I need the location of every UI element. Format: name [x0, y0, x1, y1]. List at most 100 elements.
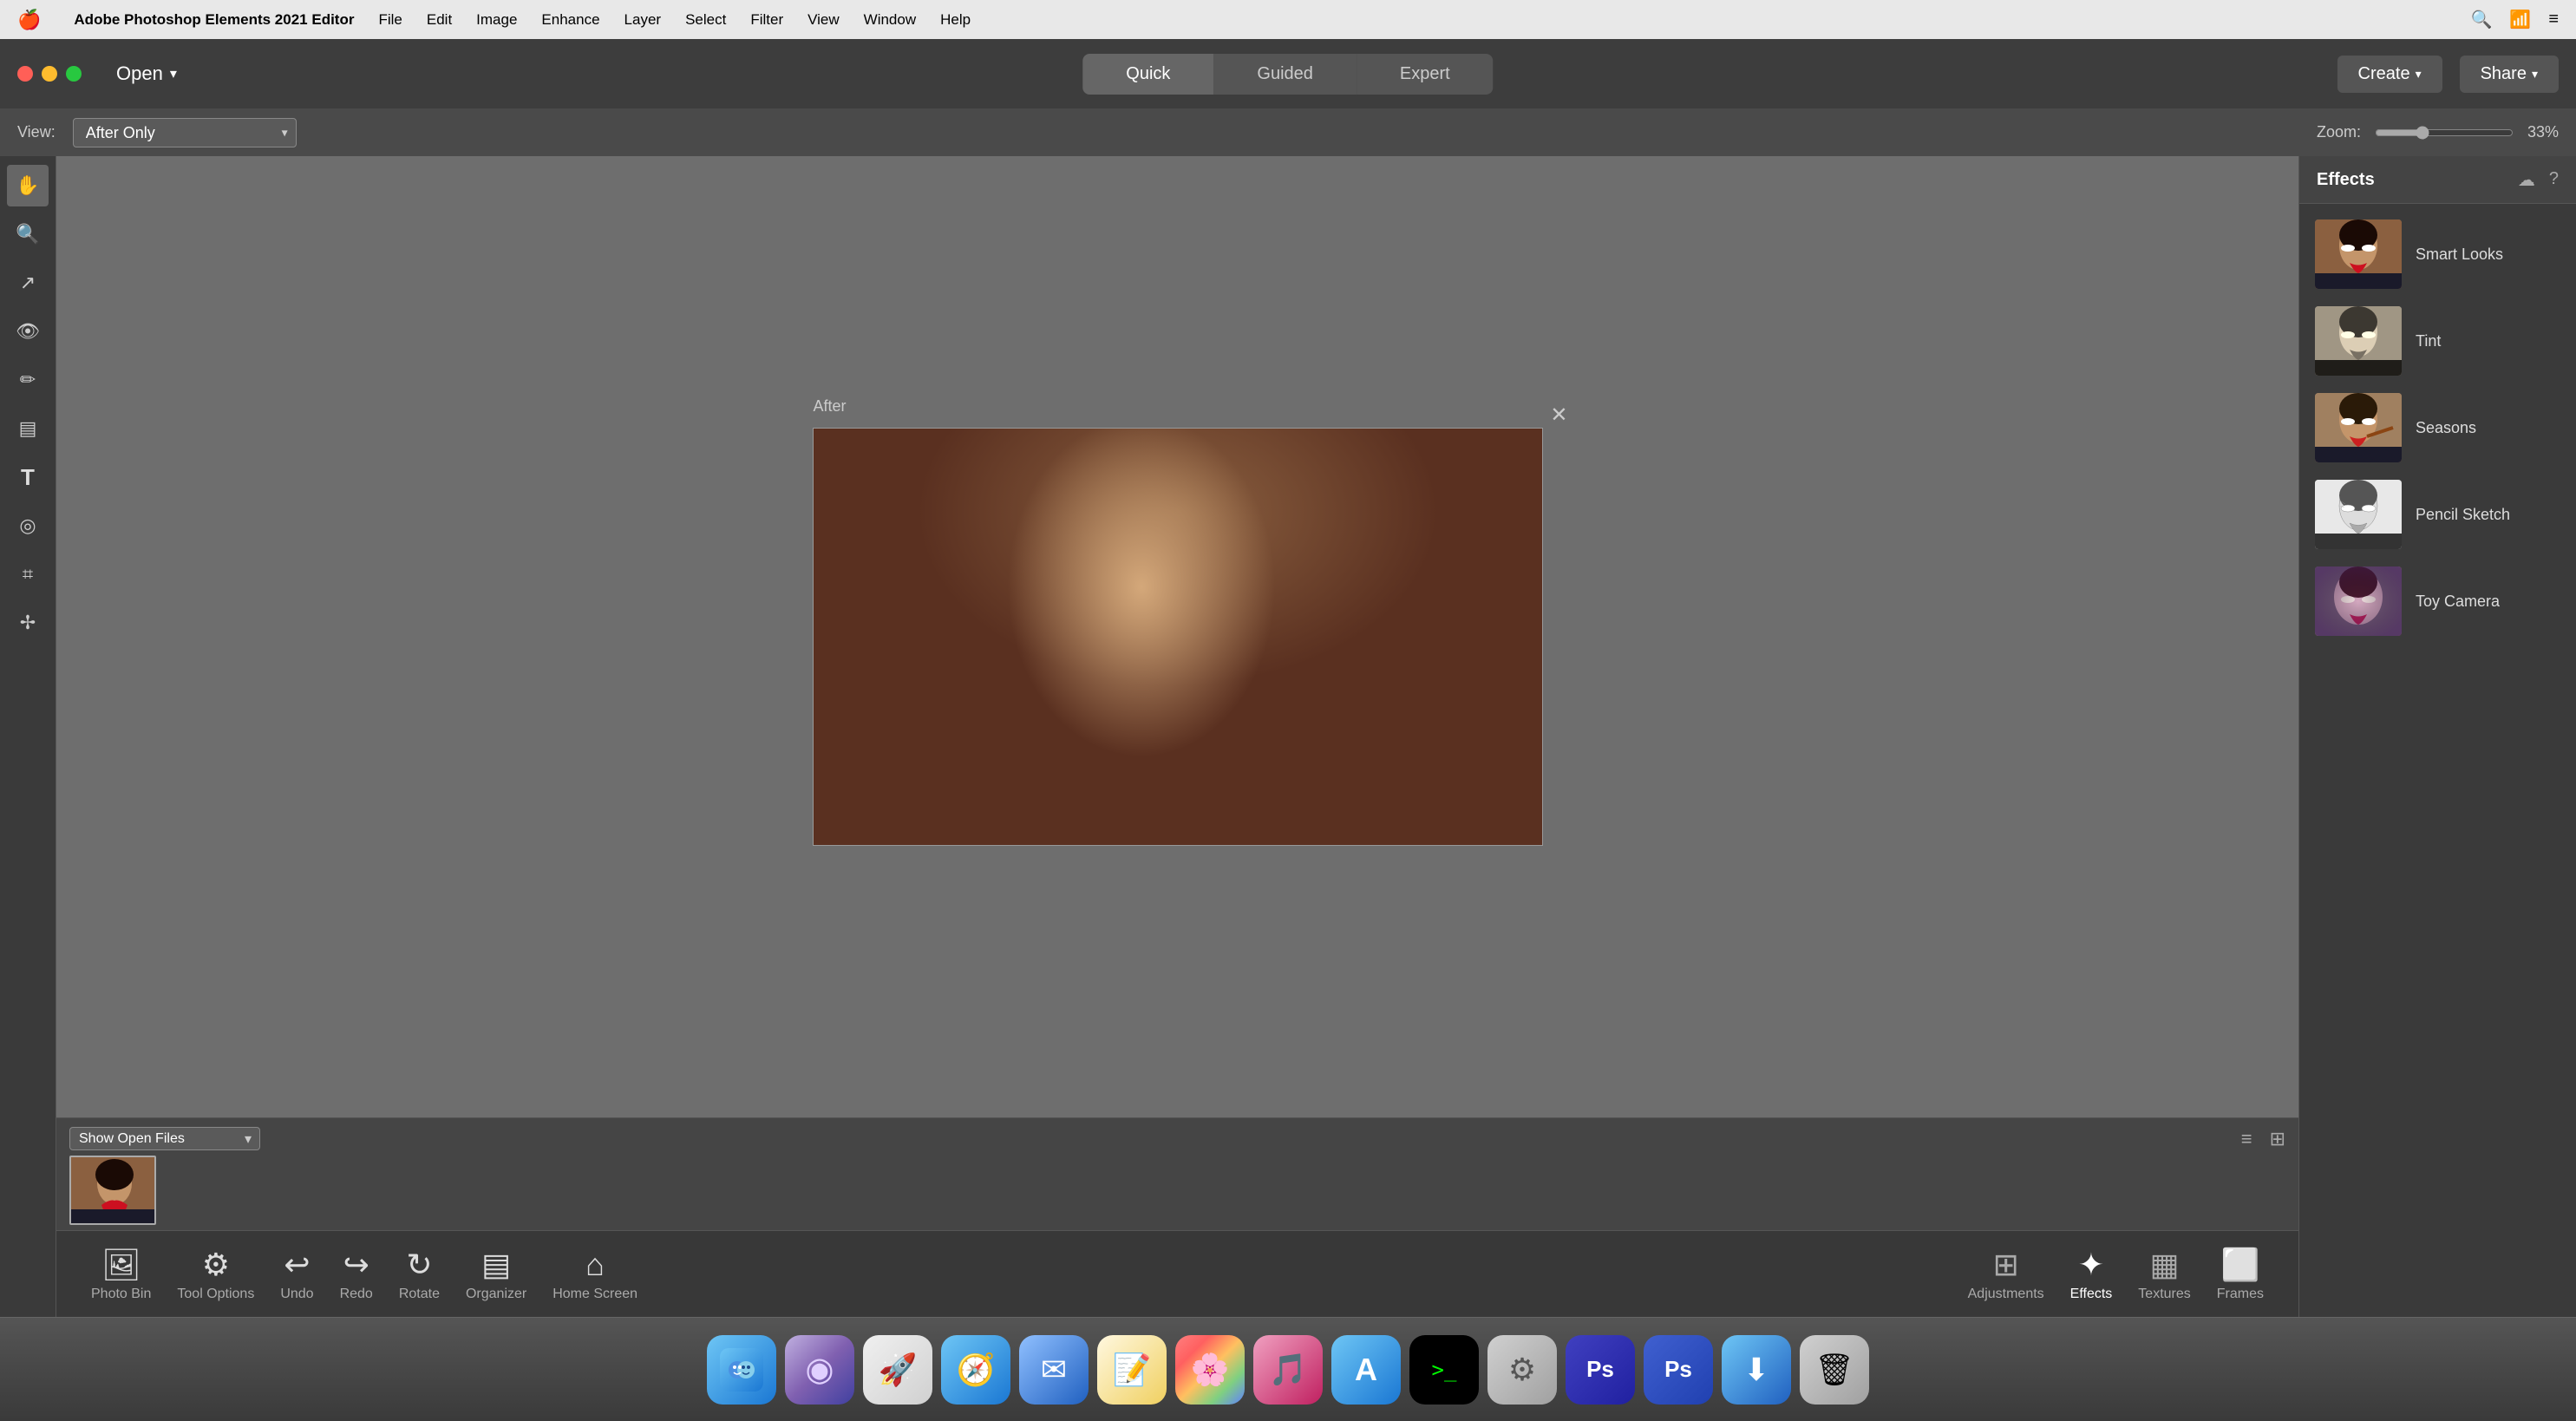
mail-icon: ✉ [1041, 1352, 1067, 1388]
photos-icon: 🌸 [1191, 1352, 1230, 1388]
trash-icon: 🗑 [1814, 1352, 1854, 1388]
menu-file[interactable]: File [378, 11, 402, 29]
dock-photos[interactable]: 🌸 [1175, 1335, 1245, 1405]
effect-seasons[interactable]: Seasons [2308, 386, 2567, 469]
home-screen-tool[interactable]: ⌂ Home Screen [552, 1247, 637, 1302]
redo-label: Redo [340, 1287, 373, 1302]
adjustments-icon: ⊞ [1993, 1247, 2019, 1283]
effect-name-seasons: Seasons [2416, 419, 2476, 437]
rotate-label: Rotate [399, 1287, 440, 1302]
frames-tab-bottom[interactable]: ⬜ Frames [2217, 1247, 2264, 1302]
main-canvas-image [814, 429, 1542, 845]
dock-finder[interactable] [707, 1335, 776, 1405]
effect-thumb-tint [2315, 306, 2402, 376]
menu-window[interactable]: Window [864, 11, 916, 29]
textures-tab-bottom[interactable]: ▦ Textures [2138, 1247, 2190, 1302]
effect-smart-looks[interactable]: Smart Looks [2308, 213, 2567, 296]
whiten-tool[interactable]: ✏ [7, 359, 49, 401]
tab-expert[interactable]: Expert [1357, 54, 1494, 95]
help-icon[interactable]: ? [2549, 169, 2559, 191]
adjustments-tab-bottom[interactable]: ⊞ Adjustments [1968, 1247, 2044, 1302]
effects-tab-bottom[interactable]: ✦ Effects [2070, 1247, 2113, 1302]
rotate-tool[interactable]: ↻ Rotate [399, 1247, 440, 1302]
terminal-icon: >_ [1432, 1358, 1457, 1382]
menu-image[interactable]: Image [476, 11, 517, 29]
close-button[interactable] [17, 66, 33, 82]
clone-tool[interactable]: ◎ [7, 505, 49, 547]
dock-downloads[interactable]: ⬇ [1722, 1335, 1791, 1405]
close-image-button[interactable]: ✕ [1550, 403, 1567, 428]
dock-launchpad[interactable]: 🚀 [863, 1335, 932, 1405]
menu-select[interactable]: Select [685, 11, 726, 29]
panel-icons: ☁ ? [2518, 169, 2559, 191]
tab-quick[interactable]: Quick [1082, 54, 1213, 95]
dock-pse-1[interactable]: Ps [1566, 1335, 1635, 1405]
photo-bin-grid-icon[interactable]: ⊞ [2270, 1128, 2285, 1150]
tab-guided[interactable]: Guided [1213, 54, 1357, 95]
app-window: 🍎 Adobe Photoshop Elements 2021 Editor F… [0, 0, 2576, 1421]
dock-terminal[interactable]: >_ [1409, 1335, 1479, 1405]
open-button[interactable]: Open [116, 62, 177, 85]
create-button[interactable]: Create [2337, 56, 2442, 93]
settings-icon: ⚙ [1508, 1352, 1536, 1388]
move-tool[interactable]: ✢ [7, 602, 49, 644]
apple-menu[interactable]: 🍎 [17, 9, 41, 31]
dock-pse-2[interactable]: Ps [1644, 1335, 1713, 1405]
minimize-button[interactable] [42, 66, 57, 82]
crop-tool[interactable]: ⌗ [7, 553, 49, 595]
pse2-icon: Ps [1664, 1356, 1692, 1383]
photo-bin-dropdown[interactable]: Show Open Files Show All Files Show Rece… [69, 1127, 260, 1150]
redeye-tool[interactable]: 👁 [7, 311, 49, 352]
dock-mail[interactable]: ✉ [1019, 1335, 1089, 1405]
menu-view[interactable]: View [807, 11, 840, 29]
menu-layer[interactable]: Layer [624, 11, 662, 29]
dock-trash[interactable]: 🗑 [1800, 1335, 1869, 1405]
photo-bin-items [69, 1156, 2285, 1225]
cloud-sync-icon[interactable]: ☁ [2518, 169, 2535, 191]
share-button[interactable]: Share [2460, 56, 2559, 93]
zoom-slider[interactable] [2375, 126, 2514, 140]
smart-brush-tool[interactable]: ▤ [7, 408, 49, 449]
effect-pencil-sketch[interactable]: Pencil Sketch [2308, 473, 2567, 556]
bottom-tools-left: 🖼 Photo Bin ⚙ Tool Options ↩ Undo ↪ Redo [91, 1247, 637, 1302]
tool-options-label: Tool Options [177, 1287, 254, 1302]
dock-music[interactable]: 🎵 [1253, 1335, 1323, 1405]
mac-dock: ◉ 🚀 🧭 ✉ 📝 🌸 🎵 A >_ ⚙ Ps [0, 1317, 2576, 1421]
photo-thumb-item[interactable] [69, 1156, 156, 1225]
effect-toy-camera[interactable]: Toy Camera [2308, 560, 2567, 643]
menu-enhance[interactable]: Enhance [541, 11, 599, 29]
dock-safari[interactable]: 🧭 [941, 1335, 1010, 1405]
redo-icon: ↪ [343, 1247, 369, 1283]
photo-bin-tool[interactable]: 🖼 Photo Bin [91, 1247, 151, 1302]
effect-name-pencil-sketch: Pencil Sketch [2416, 506, 2510, 524]
hand-tool[interactable]: ✋ [7, 165, 49, 206]
dock-siri[interactable]: ◉ [785, 1335, 854, 1405]
control-icon[interactable]: ≡ [2548, 10, 2559, 29]
zoom-control: Zoom: 33% [2317, 123, 2559, 141]
app-name: Adobe Photoshop Elements 2021 Editor [74, 11, 354, 29]
straighten-tool[interactable]: ↗ [7, 262, 49, 304]
zoom-tool[interactable]: 🔍 [7, 213, 49, 255]
textures-label: Textures [2138, 1287, 2190, 1302]
launchpad-icon: 🚀 [879, 1352, 918, 1388]
tool-options-tool[interactable]: ⚙ Tool Options [177, 1247, 254, 1302]
title-bar: Open Quick Guided Expert Create Share [0, 39, 2576, 108]
search-icon[interactable]: 🔍 [2471, 9, 2493, 30]
effect-tint[interactable]: Tint [2308, 299, 2567, 383]
text-tool[interactable]: T [7, 456, 49, 498]
view-dropdown[interactable]: After Only Before Only Before & After (H… [73, 118, 297, 147]
maximize-button[interactable] [66, 66, 82, 82]
dock-appstore[interactable]: A [1331, 1335, 1401, 1405]
organizer-tool[interactable]: ▤ Organizer [466, 1247, 526, 1302]
dock-notes[interactable]: 📝 [1097, 1335, 1167, 1405]
photo-bin-list-icon[interactable]: ≡ [2241, 1128, 2252, 1150]
adjustments-label: Adjustments [1968, 1287, 2044, 1302]
menu-help[interactable]: Help [940, 11, 971, 29]
redo-tool[interactable]: ↪ Redo [340, 1247, 373, 1302]
workspace: ✋ 🔍 ↗ 👁 ✏ ▤ T ◎ ⌗ ✢ ✕ After [0, 156, 2576, 1317]
photo-bin-label: Photo Bin [91, 1287, 151, 1302]
dock-system-preferences[interactable]: ⚙ [1487, 1335, 1557, 1405]
menu-filter[interactable]: Filter [750, 11, 783, 29]
undo-tool[interactable]: ↩ Undo [280, 1247, 313, 1302]
menu-edit[interactable]: Edit [427, 11, 452, 29]
